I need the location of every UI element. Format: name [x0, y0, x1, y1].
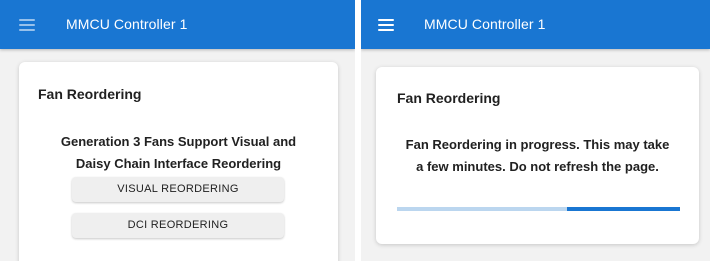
fan-reordering-card: Fan Reordering Generation 3 Fans Support…: [19, 62, 338, 261]
card-title: Fan Reordering: [38, 86, 142, 102]
reordering-progress-message: Fan Reordering in progress. This may tak…: [376, 134, 699, 178]
visual-reordering-button[interactable]: VISUAL REORDERING: [72, 177, 284, 202]
app-bar: MMCU Controller 1: [0, 0, 355, 49]
message-line-1: Fan Reordering in progress. This may tak…: [405, 137, 670, 152]
fan-reordering-card: Fan Reordering Fan Reordering in progres…: [376, 67, 699, 244]
hamburger-menu-icon[interactable]: [378, 18, 394, 31]
hamburger-menu-icon[interactable]: [19, 18, 35, 31]
right-screen: MMCU Controller 1 Fan Reordering Fan Reo…: [361, 0, 710, 261]
progress-bar: [566, 207, 680, 211]
app-bar: MMCU Controller 1: [361, 0, 710, 49]
progress-track: [397, 207, 680, 211]
left-screen: MMCU Controller 1 Fan Reordering Generat…: [0, 0, 355, 261]
message-line-2: Daisy Chain Interface Reordering: [75, 156, 282, 171]
app-title: MMCU Controller 1: [424, 16, 546, 32]
dci-reordering-button[interactable]: DCI REORDERING: [72, 213, 284, 238]
message-line-2: a few minutes. Do not refresh the page.: [416, 159, 659, 174]
card-title: Fan Reordering: [397, 90, 501, 106]
reordering-support-message: Generation 3 Fans Support Visual and Dai…: [19, 131, 338, 175]
app-title: MMCU Controller 1: [66, 16, 188, 32]
message-line-1: Generation 3 Fans Support Visual and: [60, 134, 297, 149]
